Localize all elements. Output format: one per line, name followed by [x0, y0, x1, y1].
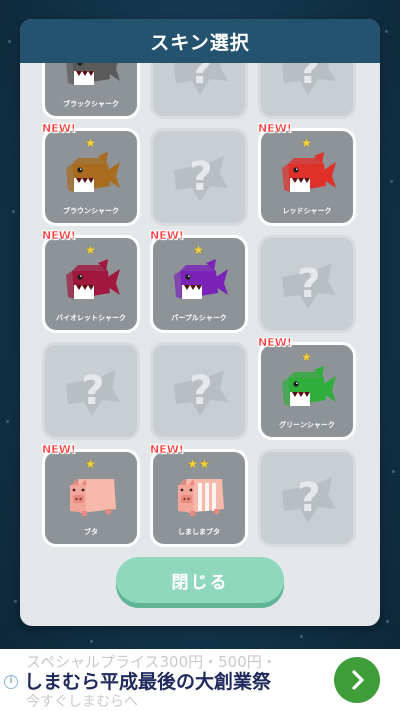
skin-tile[interactable]: ★ グリーンシャーク NEW!: [258, 336, 356, 440]
shark-skin-icon: [174, 259, 228, 299]
shark-skin-icon: [66, 63, 120, 85]
skin-tile-locked[interactable]: ?: [42, 342, 140, 440]
new-badge: NEW!: [150, 443, 184, 456]
unknown-skin-icon: ?: [282, 63, 336, 95]
shark-skin-icon: [282, 152, 336, 192]
dialog-title: スキン選択: [150, 31, 250, 54]
rarity-stars: ★: [301, 350, 313, 364]
unknown-skin-icon: ?: [174, 63, 228, 95]
skin-select-dialog: スキン選択 ブラックシャーク ? ? ★ ブラウンシャーク NEW! ? ★ レ…: [20, 19, 380, 626]
new-badge: NEW!: [42, 229, 76, 242]
skin-tile-locked[interactable]: ?: [258, 235, 356, 333]
rarity-stars: ★: [301, 136, 313, 150]
unknown-skin-icon: ?: [66, 368, 120, 416]
new-badge: NEW!: [42, 443, 76, 456]
skin-tile[interactable]: ★ レッドシャーク NEW!: [258, 122, 356, 226]
skin-name: ブラックシャーク: [63, 100, 119, 108]
unknown-skin-icon: ?: [174, 368, 228, 416]
svg-text:?: ?: [81, 368, 104, 414]
skin-tile[interactable]: ★ パープルシャーク NEW!: [150, 229, 248, 333]
skin-tile-locked[interactable]: ?: [258, 449, 356, 547]
svg-text:?: ?: [297, 261, 320, 307]
ad-line-3: 今すぐしまむらへ: [26, 694, 138, 710]
skin-tile[interactable]: ★ バイオレットシャーク NEW!: [42, 229, 140, 333]
unknown-skin-icon: ?: [174, 154, 228, 202]
skin-tile-locked[interactable]: ?: [150, 63, 248, 119]
ad-info-icon[interactable]: i: [4, 675, 18, 689]
rarity-stars: ★★: [187, 457, 211, 471]
svg-text:?: ?: [189, 154, 212, 200]
shark-skin-icon: [66, 259, 120, 299]
shark-skin-icon: [282, 366, 336, 406]
rarity-stars: ★: [193, 243, 205, 257]
new-badge: NEW!: [258, 122, 292, 135]
svg-text:?: ?: [297, 475, 320, 521]
ad-headline: しまむら平成最後の大創業祭: [24, 671, 272, 693]
skin-name: しましまブタ: [178, 528, 220, 536]
skin-tile[interactable]: ブラックシャーク: [42, 63, 140, 119]
unknown-skin-icon: ?: [282, 261, 336, 309]
svg-text:?: ?: [297, 63, 320, 93]
svg-text:?: ?: [189, 368, 212, 414]
skin-name: バイオレットシャーク: [56, 314, 126, 322]
new-badge: NEW!: [42, 122, 76, 135]
skin-tile-locked[interactable]: ?: [150, 128, 248, 226]
skin-name: パープルシャーク: [171, 314, 227, 322]
skin-tile[interactable]: ★ ブタ NEW!: [42, 443, 140, 547]
close-button-label: 閉じる: [171, 572, 229, 592]
rarity-stars: ★: [85, 136, 97, 150]
ad-open-button[interactable]: [334, 657, 380, 703]
pig-skin-icon: [70, 479, 116, 516]
skin-name: レッドシャーク: [282, 207, 332, 215]
ad-banner[interactable]: スペシャルプライス300円・500円・ しまむら平成最後の大創業祭 今すぐしまむ…: [0, 649, 400, 711]
unknown-skin-icon: ?: [282, 475, 336, 523]
svg-text:?: ?: [189, 63, 212, 93]
new-badge: NEW!: [150, 229, 184, 242]
rarity-stars: ★: [85, 457, 97, 471]
rarity-stars: ★: [85, 243, 97, 257]
dialog-header: スキン選択: [20, 19, 380, 63]
skin-tile-locked[interactable]: ?: [258, 63, 356, 119]
striped-pig-skin-icon: [178, 479, 224, 516]
skin-tile-locked[interactable]: ?: [150, 342, 248, 440]
chevron-right-icon: [352, 670, 364, 690]
skin-grid-viewport[interactable]: ブラックシャーク ? ? ★ ブラウンシャーク NEW! ? ★ レッドシャーク…: [20, 63, 380, 551]
shark-skin-icon: [66, 152, 120, 192]
skin-name: グリーンシャーク: [279, 421, 335, 429]
new-badge: NEW!: [258, 336, 292, 349]
skin-name: ブラウンシャーク: [63, 207, 119, 215]
skin-tile[interactable]: ★ ブラウンシャーク NEW!: [42, 122, 140, 226]
skin-name: ブタ: [84, 528, 98, 536]
skin-tile[interactable]: ★★ しましまブタ NEW!: [150, 443, 248, 547]
close-button[interactable]: 閉じる: [116, 557, 284, 603]
